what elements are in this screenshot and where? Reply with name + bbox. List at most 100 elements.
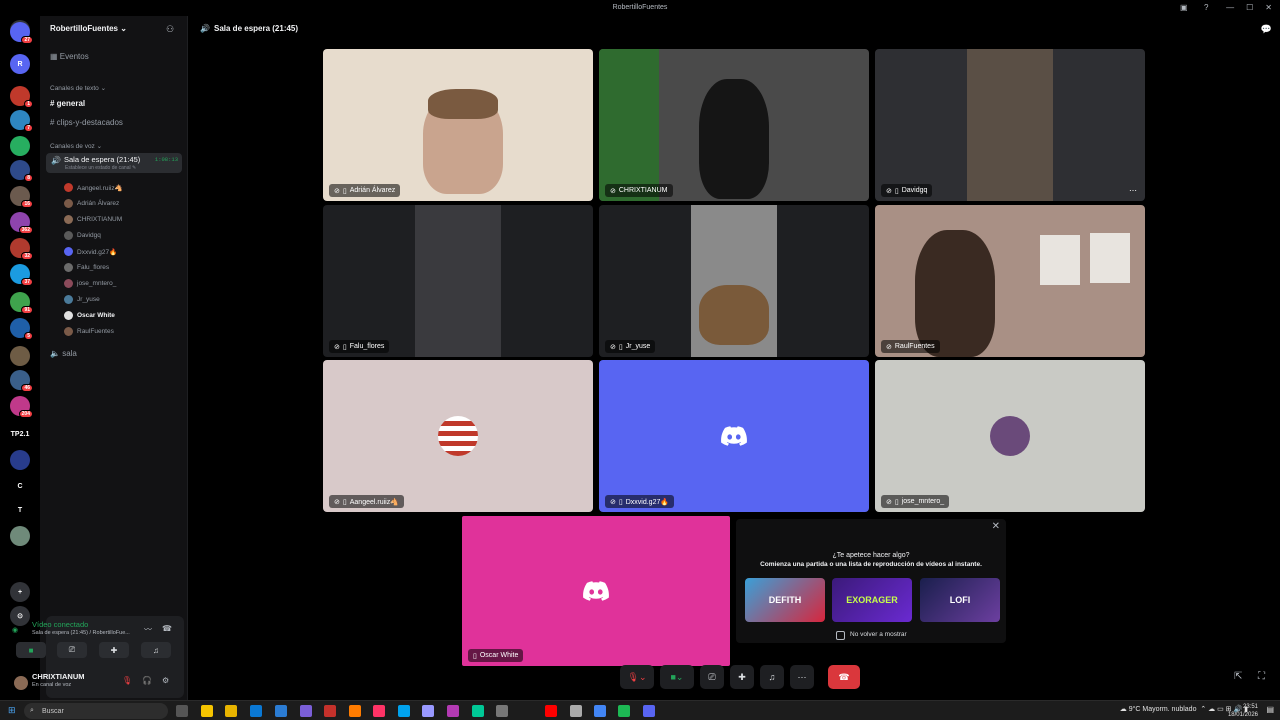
voice-user[interactable]: Davidgq⊘ ■ <box>64 231 198 240</box>
microphone-toggle[interactable]: 🎙⌄ <box>620 665 654 689</box>
connection-status[interactable]: Vídeo conectado <box>32 620 88 629</box>
camera-button[interactable]: ■ <box>16 642 46 658</box>
voice-user[interactable]: RaulFuentes⊘ ■ <box>64 327 198 336</box>
share-screen-button[interactable]: ⎚ <box>700 665 724 689</box>
server-icon[interactable]: 7 <box>10 110 33 132</box>
leave-call-button[interactable]: ☎ <box>828 665 860 689</box>
voice-user[interactable]: Oscar White⊘ ■ <box>64 311 198 320</box>
voice-user[interactable]: CHRIXTIANUM⊘ ■ <box>64 215 198 224</box>
activity-card-1[interactable]: DEFITH <box>745 578 825 622</box>
participant-video-tile[interactable]: ⊘ ▯ Aangeel.ruiiz🐴 <box>323 360 593 512</box>
taskbar-search[interactable]: ⌕ Buscar <box>24 703 168 719</box>
server-icon[interactable]: R <box>10 54 30 74</box>
screen-share-button[interactable]: ⎚ <box>57 642 87 658</box>
taskbar-app-icon[interactable] <box>300 705 312 717</box>
chat-icon[interactable]: 💬 <box>1261 24 1272 35</box>
server-icon[interactable]: C <box>10 476 30 496</box>
taskbar-app-icon[interactable] <box>472 705 484 717</box>
activity-card-3[interactable]: LOFI <box>920 578 1000 622</box>
server-icon[interactable]: T <box>10 500 30 520</box>
disconnect-icon[interactable]: ☎ <box>162 624 172 633</box>
channel-general[interactable]: # general <box>50 99 85 108</box>
voice-user[interactable]: Jr_yuse⊘ ■ <box>64 295 198 304</box>
server-icon[interactable]: 32 <box>10 238 33 260</box>
server-icon[interactable]: 46 <box>10 370 33 392</box>
server-icon[interactable]: 37 <box>10 264 33 286</box>
channel-clips[interactable]: # clips-y-destacados <box>50 118 123 127</box>
text-channels-category[interactable]: Canales de texto ⌄ <box>50 84 106 92</box>
taskbar-app-icon[interactable] <box>594 705 606 717</box>
participant-video-tile[interactable]: ⋯ ⊘ ▯ Davidgq <box>875 49 1145 201</box>
server-icon[interactable] <box>10 346 30 366</box>
popout-icon[interactable]: ⇱ <box>1234 671 1242 682</box>
windows-start-icon[interactable]: ⊞ <box>8 705 16 716</box>
taskbar-app-icon[interactable] <box>373 705 385 717</box>
voice-channel-active[interactable]: 🔊 Sala de espera (21:45) 1:08:13 Estable… <box>46 153 182 173</box>
dont-show-checkbox[interactable] <box>836 631 845 640</box>
events-item[interactable]: ▦ Eventos <box>50 52 89 61</box>
taskbar-app-icon[interactable] <box>324 705 336 717</box>
voice-channel-sala[interactable]: 🔈 sala <box>50 349 77 358</box>
voice-user[interactable]: Falu_flores⊘ ■ <box>64 263 198 272</box>
close-popup-icon[interactable]: ✕ <box>992 521 1000 532</box>
server-icon[interactable]: 16 <box>10 186 33 208</box>
help-icon[interactable]: ? <box>1204 3 1208 12</box>
system-clock[interactable]: 23:51 18/01/2026 <box>1228 703 1258 719</box>
taskbar-app-icon[interactable] <box>398 705 410 717</box>
settings-icon[interactable]: ⚙ <box>162 676 169 685</box>
server-icon[interactable]: 204 <box>10 396 33 418</box>
activity-card-2[interactable]: EXORAGER <box>832 578 912 622</box>
taskbar-app-icon[interactable] <box>275 705 287 717</box>
username[interactable]: CHRIXTIANUM <box>32 672 85 681</box>
server-icon[interactable]: 8 <box>10 160 33 182</box>
mute-icon[interactable]: 🎙 <box>122 676 132 685</box>
camera-toggle[interactable]: ■⌄ <box>660 665 694 689</box>
server-icon[interactable]: 1 <box>10 86 33 108</box>
taskbar-app-icon[interactable] <box>545 705 557 717</box>
close-window-icon[interactable]: ✕ <box>1265 3 1272 12</box>
server-icon[interactable]: TP2.1 <box>10 424 30 444</box>
participant-video-tile[interactable]: ⊘ ▯ Falu_flores <box>323 205 593 357</box>
notifications-icon[interactable]: ▤ <box>1266 705 1274 714</box>
taskbar-app-icon[interactable] <box>447 705 459 717</box>
voice-user[interactable]: Dxxvid.g27🔥⊘ ■ <box>64 247 198 256</box>
server-icon[interactable]: 362 <box>10 212 33 234</box>
participant-video-tile[interactable]: ⊘ ▯ Adrián Álvarez <box>323 49 593 201</box>
server-name[interactable]: RobertilloFuentes ⌄ <box>50 24 127 33</box>
server-icon[interactable] <box>10 526 30 546</box>
more-icon[interactable]: ⋯ <box>1129 186 1137 195</box>
voice-user[interactable]: Aangeel.ruiiz🐴⊘ ■ <box>64 183 198 192</box>
explore-icon[interactable]: ⊙ <box>10 606 30 626</box>
headset-icon[interactable]: 🎧 <box>142 676 152 685</box>
activities-launch-button[interactable]: ✚ <box>730 665 754 689</box>
participant-video-tile[interactable]: ⊘ ▯ Dxxvid.g27🔥 <box>599 360 869 512</box>
add-member-icon[interactable]: ⚇ <box>166 24 174 35</box>
taskbar-app-icon[interactable] <box>618 705 630 717</box>
taskbar-app-icon[interactable] <box>225 705 237 717</box>
self-video-tile[interactable]: ▯ Oscar White <box>462 516 730 666</box>
participant-video-tile[interactable]: ⊘ ▯ jose_mntero_ <box>875 360 1145 512</box>
participant-video-tile[interactable]: ⊘ ▯ Jr_yuse <box>599 205 869 357</box>
taskbar-app-icon[interactable] <box>496 705 508 717</box>
connection-detail[interactable]: Sala de espera (21:45) / RobertilloFue..… <box>32 630 130 636</box>
taskbar-app-icon[interactable] <box>201 705 213 717</box>
more-options-button[interactable]: ⋯ <box>790 665 814 689</box>
taskbar-app-icon[interactable] <box>250 705 262 717</box>
server-icon[interactable]: 5 <box>10 318 33 340</box>
activities-button[interactable]: ✚ <box>99 642 129 658</box>
server-icon[interactable] <box>10 450 30 470</box>
inbox-icon[interactable]: ▣ <box>1180 3 1188 12</box>
taskbar-app-icon[interactable] <box>570 705 582 717</box>
taskbar-app-icon[interactable] <box>422 705 434 717</box>
minimize-icon[interactable]: — <box>1226 3 1234 12</box>
channel-status-placeholder[interactable]: Establece un estado de canal ✎ <box>65 165 136 171</box>
voice-channels-category[interactable]: Canales de voz ⌄ <box>50 142 102 150</box>
fullscreen-icon[interactable]: ⛶ <box>1258 671 1265 682</box>
voice-user[interactable]: Adrián Álvarez⊘ ■ <box>64 199 198 208</box>
voice-user[interactable]: jose_mntero_⊘ ■ <box>64 279 198 288</box>
soundboard-control[interactable]: ♫ <box>760 665 784 689</box>
server-icon[interactable]: 91 <box>10 292 33 314</box>
taskbar-app-icon[interactable] <box>349 705 361 717</box>
maximize-icon[interactable]: ☐ <box>1246 3 1253 12</box>
server-icon[interactable]: 27 <box>10 22 33 44</box>
